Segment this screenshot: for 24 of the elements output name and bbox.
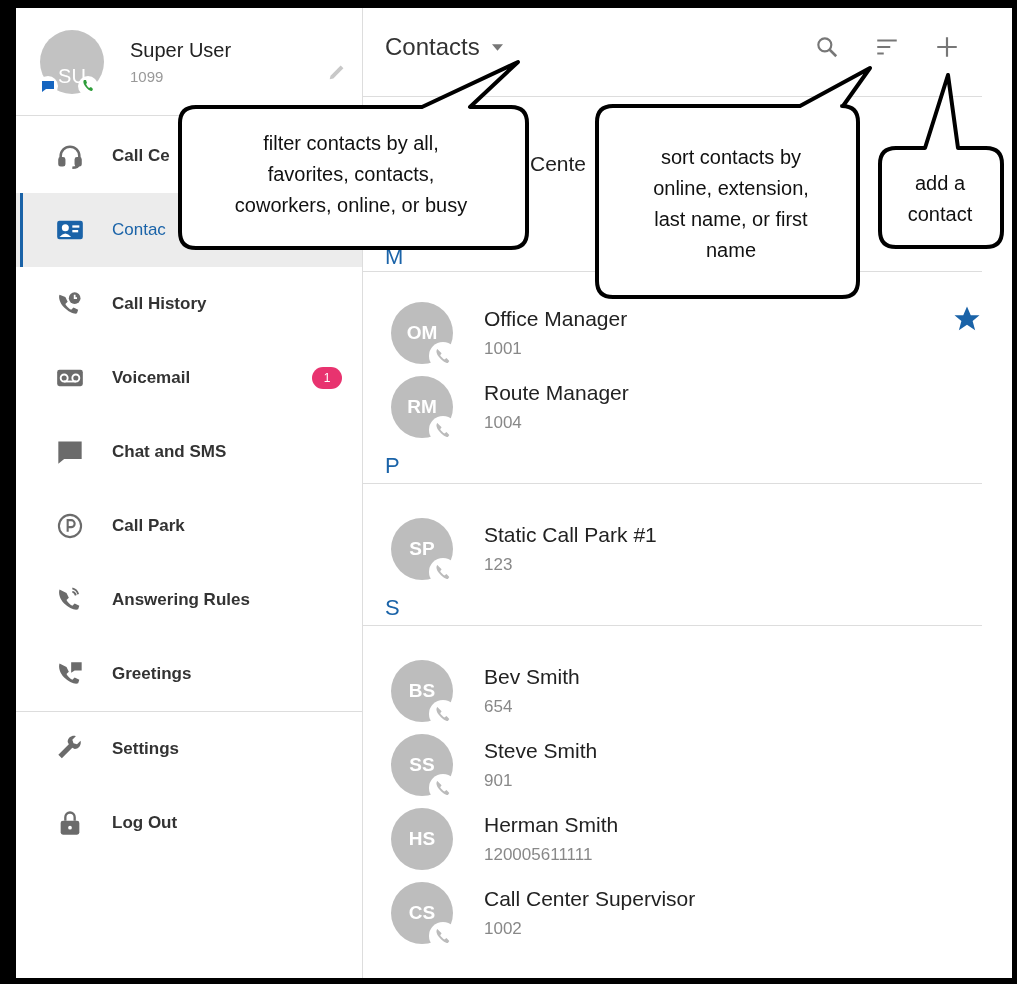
section-letter: P <box>385 453 400 479</box>
contact-extension: 901 <box>484 771 514 791</box>
contact-name: Route Manager <box>484 381 629 405</box>
contact-avatar: HS <box>391 808 453 870</box>
contact-name: Office Manager <box>484 307 628 331</box>
contact-name: Static Call Park #1 <box>484 523 657 547</box>
contact-extension: 654 <box>484 697 514 717</box>
section-letter: S <box>385 595 400 621</box>
contact-extension: 1002 <box>484 919 523 939</box>
tooltip-text: filter contacts by all, favorites, contacts, coworkers, online, or busy <box>233 131 469 218</box>
contact-name: Cente <box>530 151 587 176</box>
contact-name: Call Center Supervisor <box>484 887 696 911</box>
contact-extension: 120005611111 <box>484 845 594 865</box>
tooltip-text: sort contacts by online, extension, last name, or first name <box>652 145 810 263</box>
contact-extension: 1001 <box>484 339 523 359</box>
contact-name: Herman Smith <box>484 813 619 837</box>
count-badge: 1 <box>312 367 342 389</box>
user-name: Super User <box>130 38 232 62</box>
contact-extension: 1004 <box>484 413 523 433</box>
contact-name: Steve Smith <box>484 739 598 763</box>
contact-name: Bev Smith <box>484 665 580 689</box>
contact-extension: 123 <box>484 555 514 575</box>
tooltip-text: add a contact <box>906 171 974 227</box>
user-extension: 1099 <box>130 67 165 85</box>
